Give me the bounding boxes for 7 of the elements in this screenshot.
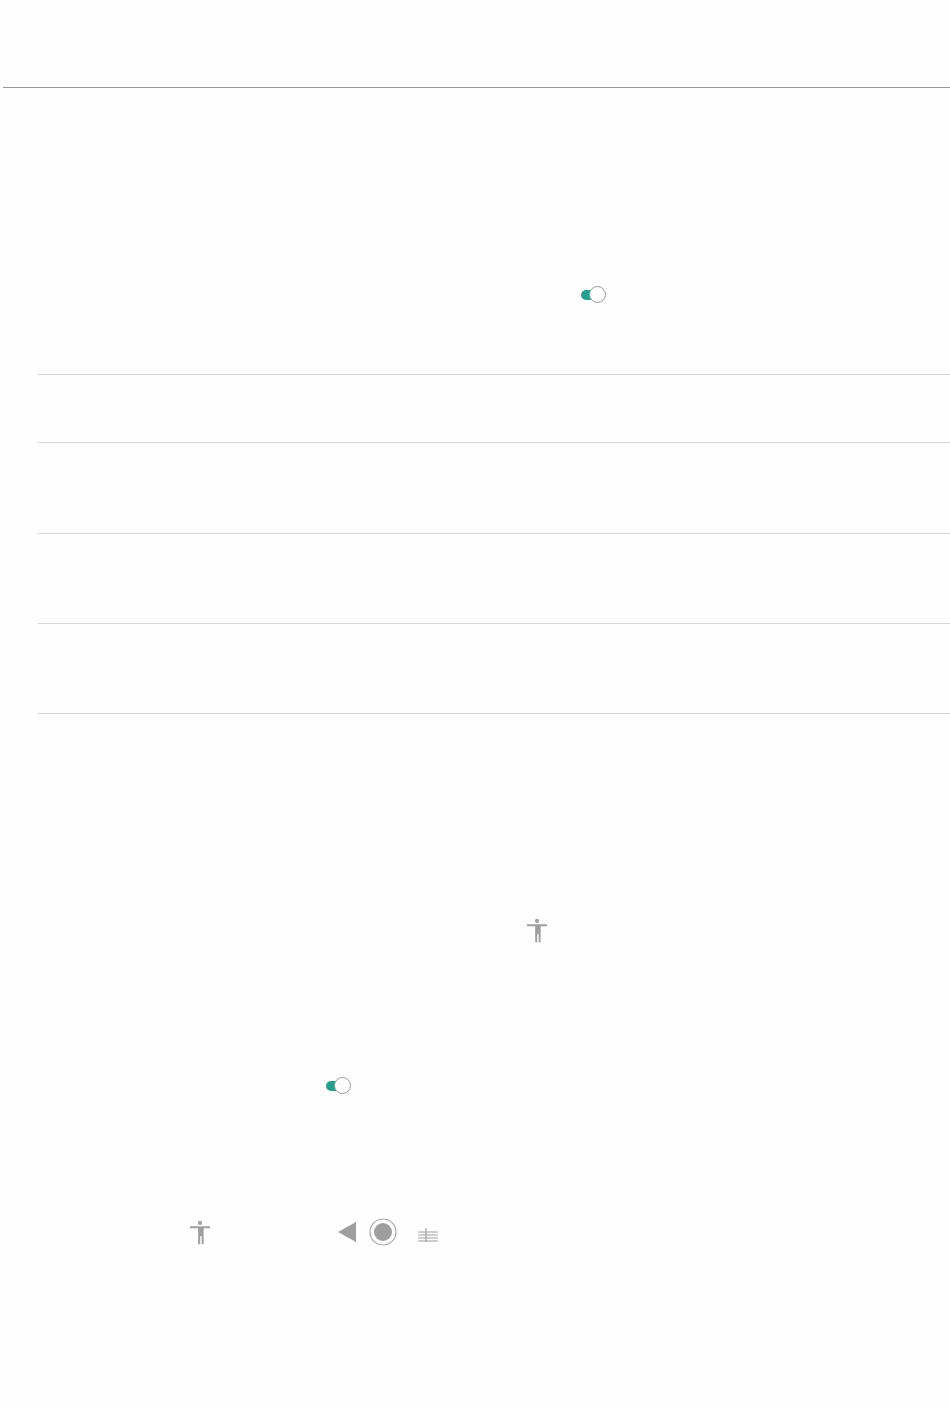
home-icon[interactable]	[369, 1218, 397, 1246]
toggle-switch[interactable]	[326, 1076, 351, 1096]
recents-icon[interactable]	[418, 1227, 438, 1243]
toggle-switch[interactable]	[581, 285, 606, 305]
back-icon[interactable]	[338, 1222, 356, 1242]
accessibility-icon	[527, 918, 547, 943]
accessibility-icon[interactable]	[190, 1219, 210, 1245]
